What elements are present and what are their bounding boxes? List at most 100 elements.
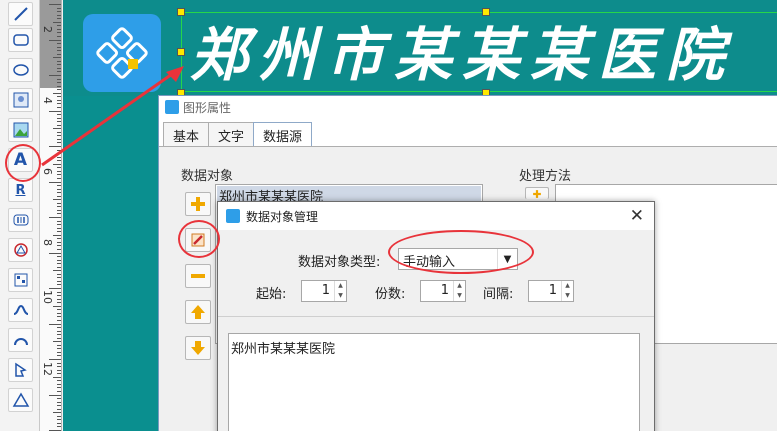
ruler-tick xyxy=(57,327,61,329)
start-spinbox[interactable]: 1 ▲ ▼ xyxy=(301,280,347,302)
move-down-button[interactable] xyxy=(185,336,211,360)
ruler-tick xyxy=(49,75,61,76)
ruler-tick xyxy=(57,426,61,428)
move-up-button[interactable] xyxy=(185,300,211,324)
interval-spinbox[interactable]: 1 ▲ ▼ xyxy=(528,280,574,302)
hospital-logo[interactable] xyxy=(83,14,161,92)
ruler-tick xyxy=(49,359,61,360)
ruler-tick xyxy=(49,39,61,41)
ruler-tick xyxy=(57,302,61,304)
tab-text[interactable]: 文字 xyxy=(208,122,255,146)
ruler-tick xyxy=(57,35,61,37)
ruler-tick xyxy=(57,238,61,240)
plus-icon xyxy=(533,189,541,198)
ruler-tick xyxy=(57,227,61,229)
dialog-title: 数据对象管理 xyxy=(246,209,319,224)
tab-basic[interactable]: 基本 xyxy=(163,122,210,146)
annotation-circle xyxy=(178,220,220,258)
ruler-tick xyxy=(57,398,61,400)
ruler-tick xyxy=(57,401,61,403)
ruler-tick xyxy=(57,14,61,16)
qrcode-icon xyxy=(13,243,28,257)
logo-emblem-icon xyxy=(96,27,148,79)
ruler-tick xyxy=(57,415,61,417)
tab-data-source[interactable]: 数据源 xyxy=(253,122,313,147)
tab-bar: 基本 文字 数据源 xyxy=(159,122,313,147)
ruler-tick xyxy=(57,263,61,265)
data-object-group-label: 数据对象 xyxy=(181,169,234,184)
ruler-tick xyxy=(57,106,61,108)
ruler-tick xyxy=(57,256,61,258)
triangle-icon xyxy=(12,392,29,407)
spin-buttons[interactable]: ▲ ▼ xyxy=(334,281,346,301)
curve-tool-button[interactable] xyxy=(8,298,33,322)
resize-handle[interactable] xyxy=(177,8,185,16)
arrow-down-icon xyxy=(191,341,205,355)
qrcode-tool-button[interactable] xyxy=(8,238,33,262)
ellipse-icon xyxy=(12,64,29,76)
remove-data-object-button[interactable] xyxy=(185,264,211,288)
rounded-rect-tool-button[interactable] xyxy=(8,28,33,52)
triangle-tool-button[interactable] xyxy=(8,388,33,412)
ruler-tick xyxy=(57,64,61,66)
ruler-tick xyxy=(57,241,61,243)
copies-spinbox[interactable]: 1 ▲ ▼ xyxy=(420,280,466,302)
ruler-tick xyxy=(49,110,61,112)
spin-buttons[interactable]: ▲ ▼ xyxy=(453,281,465,301)
ruler-tick xyxy=(53,92,61,94)
ruler-tick xyxy=(57,348,61,350)
datamatrix-icon xyxy=(14,273,27,287)
spin-buttons[interactable]: ▲ ▼ xyxy=(561,281,573,301)
ruler-tick xyxy=(57,135,61,137)
tool-palette: A R xyxy=(0,0,40,431)
ruler-number: 6 xyxy=(41,168,54,175)
add-data-object-button[interactable] xyxy=(185,192,211,216)
ruler-tick xyxy=(57,209,61,211)
barcode-tool-button[interactable] xyxy=(8,208,33,232)
ruler-tick xyxy=(57,387,61,389)
ruler-tick xyxy=(57,316,61,318)
ruler-tick xyxy=(57,89,61,91)
ruler-tick xyxy=(57,408,61,410)
annotation-circle xyxy=(388,230,534,274)
ruler-tick xyxy=(53,199,61,201)
ruler-tick xyxy=(57,266,61,268)
data-object-type-label: 数据对象类型: xyxy=(298,255,381,270)
ruler-tick xyxy=(57,192,61,194)
arc-tool-button[interactable] xyxy=(8,328,33,352)
ruler-tick xyxy=(53,341,61,343)
ruler-tick xyxy=(57,284,61,286)
image-tool-button[interactable] xyxy=(8,88,33,112)
ruler-tick xyxy=(57,422,61,424)
ruler-tick xyxy=(57,419,61,421)
app-icon xyxy=(165,100,179,114)
ruler-tick xyxy=(57,53,61,55)
ruler-tick xyxy=(57,117,61,119)
ruler-tick xyxy=(57,312,61,314)
ruler-tick xyxy=(57,337,61,339)
content-textarea[interactable]: 郑州市某某某医院 xyxy=(228,333,640,431)
ruler-number: 10 xyxy=(41,290,54,304)
ruler-number: 12 xyxy=(41,362,54,376)
ruler-tick xyxy=(57,245,61,247)
ruler-tick xyxy=(57,362,61,364)
hospital-name-text[interactable]: 郑州市某某某医院 xyxy=(190,8,734,92)
polygon-icon xyxy=(14,362,27,377)
ellipse-tool-button[interactable] xyxy=(8,58,33,82)
ruler-tick xyxy=(57,138,61,140)
picture-tool-button[interactable] xyxy=(8,118,33,142)
start-value: 1 xyxy=(321,283,330,298)
resize-handle[interactable] xyxy=(177,48,185,56)
close-icon[interactable]: ✕ xyxy=(630,206,644,226)
resize-handle[interactable] xyxy=(482,8,490,16)
datamatrix-tool-button[interactable] xyxy=(8,268,33,292)
ruler-tick xyxy=(57,174,61,176)
polygon-tool-button[interactable] xyxy=(8,358,33,382)
ruler-tick xyxy=(57,18,61,20)
line-tool-button[interactable] xyxy=(8,2,33,26)
ruler-tick xyxy=(57,28,61,30)
ruler-tick xyxy=(57,124,61,126)
ruler-tick xyxy=(53,376,61,378)
line-icon xyxy=(13,7,28,21)
method-add-button[interactable] xyxy=(525,187,549,199)
